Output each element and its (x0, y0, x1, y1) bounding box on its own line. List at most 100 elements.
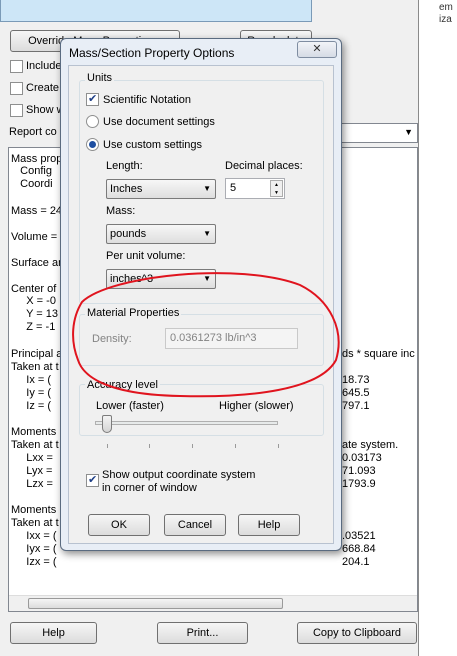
result-line: Center of (11, 283, 57, 295)
result-line: Izx = ( (11, 556, 57, 568)
length-select[interactable]: Inches ▼ (106, 179, 216, 199)
result-line: Mass = 24 (11, 205, 63, 217)
slider-tick (192, 444, 193, 448)
ok-button[interactable]: OK (88, 514, 150, 536)
result-line: Lxx = (11, 452, 53, 464)
result-line: Iy = ( (11, 387, 52, 399)
slider-tick (107, 444, 108, 448)
result-line: 797.1 (342, 400, 370, 412)
title-bar-strip (0, 0, 312, 22)
result-line: Moments (11, 426, 57, 438)
density-field: 0.0361273 lb/in^3 (165, 328, 298, 349)
result-line: Ixx = ( (11, 530, 57, 542)
help-button[interactable]: Help (238, 514, 300, 536)
close-icon: ✕ (312, 43, 322, 55)
bg-help-button[interactable]: Help (10, 622, 97, 644)
use-document-label: Use document settings (103, 116, 215, 128)
result-line: Moments (11, 504, 57, 516)
result-line: 668.84 (342, 543, 376, 555)
report-label: Report co (9, 126, 57, 138)
decimal-places-label: Decimal places: (225, 160, 303, 172)
result-line: Mass prop (11, 153, 63, 165)
create-label: Create (26, 82, 60, 94)
slider-tick (149, 444, 150, 448)
right-strip-text-1: em (439, 2, 453, 13)
print-button[interactable]: Print... (157, 622, 248, 644)
result-line: Coordi (11, 178, 53, 190)
result-line: 1793.9 (342, 478, 376, 490)
accuracy-level-label: Accuracy level (85, 379, 160, 391)
show-weld-checkbox[interactable] (10, 104, 23, 117)
include-checkbox[interactable] (10, 60, 23, 73)
scientific-notation-checkbox[interactable]: ✔ (86, 93, 99, 106)
use-custom-label: Use custom settings (103, 139, 203, 151)
result-line: Config (11, 165, 52, 177)
show-output-label: Show output coordinate system in corner o… (102, 469, 255, 495)
slider-tick (278, 444, 279, 448)
per-unit-volume-select[interactable]: inches^3 ▼ (106, 269, 216, 289)
show-weld-label: Show w (26, 104, 65, 116)
lower-faster-label: Lower (faster) (96, 400, 164, 412)
result-line: 0.03173 (342, 452, 382, 464)
result-line: Taken at t (11, 361, 59, 373)
result-line: Taken at t (11, 439, 59, 451)
result-line: Iz = ( (11, 400, 52, 412)
close-button[interactable]: ✕ (297, 41, 337, 58)
show-output-line-1: Show output coordinate system (102, 469, 256, 481)
mass-value: pounds (110, 228, 147, 240)
result-line: .03521 (342, 530, 376, 542)
result-line: Y = 13 (11, 308, 58, 320)
show-output-line-2: in corner of window (102, 482, 197, 494)
per-unit-volume-value: inches^3 (110, 273, 154, 285)
dropdown-arrow-icon: ▼ (203, 184, 211, 193)
mass-select[interactable]: pounds ▼ (106, 224, 216, 244)
result-line: Surface ar (11, 257, 62, 269)
result-line: Taken at t (11, 517, 59, 529)
mass-section-options-dialog: Mass/Section Property Options ✕ Units ✔ … (60, 38, 342, 551)
result-line: Lzx = (11, 478, 53, 490)
units-group-label: Units (85, 72, 115, 84)
density-value: 0.0361273 lb/in^3 (170, 332, 257, 344)
use-document-radio[interactable] (86, 115, 99, 128)
accuracy-slider-thumb[interactable] (102, 415, 112, 433)
result-line: ate system. (342, 439, 399, 451)
result-line: 645.5 (342, 387, 370, 399)
length-value: Inches (110, 183, 143, 195)
show-output-checkbox[interactable]: ✔ (86, 474, 99, 487)
length-label: Length: (106, 160, 143, 172)
result-line: Lyx = (11, 465, 53, 477)
result-line: Volume = (11, 231, 58, 243)
cancel-button[interactable]: Cancel (164, 514, 226, 536)
scrollbar-thumb[interactable] (28, 598, 283, 609)
create-checkbox[interactable] (10, 82, 23, 95)
higher-slower-label: Higher (slower) (219, 400, 294, 412)
accuracy-slider-track[interactable] (95, 421, 278, 425)
dropdown-arrow-icon: ▼ (203, 274, 211, 283)
result-line: ds * square inc (342, 348, 415, 360)
dialog-title: Mass/Section Property Options (69, 46, 235, 60)
mass-label: Mass: (106, 205, 136, 217)
result-line: Principal a (11, 348, 63, 360)
decimal-places-input[interactable]: 5 ▲ ▼ (225, 178, 285, 199)
include-label: Include (26, 60, 62, 72)
per-unit-volume-label: Per unit volume: (106, 250, 186, 262)
slider-tick (235, 444, 236, 448)
spinner-icon[interactable]: ▲ ▼ (270, 180, 283, 197)
result-line: 18.73 (342, 374, 370, 386)
right-panel-strip: em iza (418, 0, 457, 656)
result-line: 204.1 (342, 556, 370, 568)
result-line: Iyx = ( (11, 543, 57, 555)
use-custom-radio[interactable] (86, 138, 99, 151)
density-label: Density: (92, 333, 132, 345)
scientific-notation-label: Scientific Notation (103, 94, 192, 106)
result-line: 71.093 (342, 465, 376, 477)
checkmark-icon: ✔ (88, 474, 98, 486)
checkmark-icon: ✔ (88, 93, 98, 105)
dropdown-arrow-icon: ▼ (203, 229, 211, 238)
right-strip-text-2: iza (439, 14, 452, 25)
material-properties-label: Material Properties (85, 307, 182, 319)
result-line: X = -0 (11, 295, 56, 307)
decimal-places-value: 5 (230, 182, 237, 194)
copy-to-clipboard-button[interactable]: Copy to Clipboard (297, 622, 417, 644)
result-line: Z = -1 (11, 321, 56, 333)
